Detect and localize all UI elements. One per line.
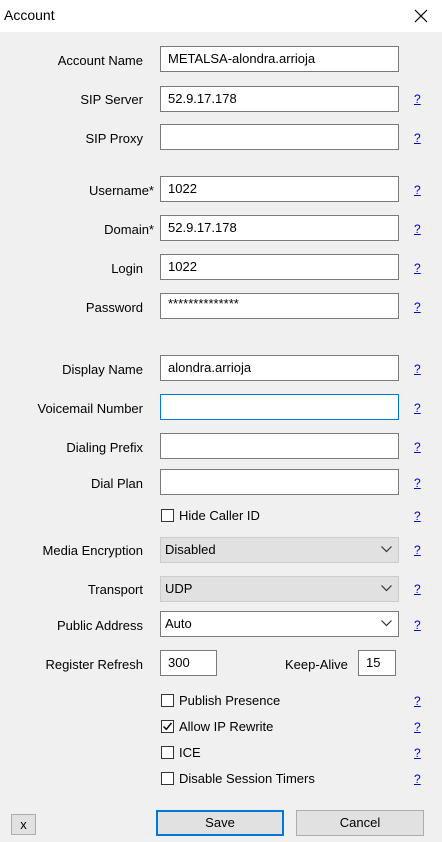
transport-select[interactable]: UDP	[160, 576, 399, 602]
close-icon	[414, 9, 428, 23]
transport-help-link[interactable]: ?	[414, 582, 421, 596]
hide-caller-id-label: Hide Caller ID	[179, 508, 260, 523]
display-name-field[interactable]: alondra.arrioja	[160, 355, 399, 381]
sip-proxy-field[interactable]	[160, 124, 399, 150]
public-address-value: Auto	[165, 616, 192, 631]
window-title: Account	[4, 7, 55, 23]
chevron-down-icon	[381, 546, 392, 553]
chevron-down-icon	[381, 585, 392, 592]
password-field[interactable]: **************	[160, 293, 399, 319]
publish-presence-help-link[interactable]: ?	[414, 694, 421, 708]
hide-caller-id-help-link[interactable]: ?	[414, 509, 421, 523]
register-refresh-field[interactable]: 300	[160, 650, 217, 676]
keep-alive-field[interactable]: 15	[358, 650, 396, 676]
dial-plan-label: Dial Plan	[90, 476, 143, 491]
disable-session-timers-label: Disable Session Timers	[179, 771, 315, 786]
domain-field[interactable]: 52.9.17.178	[160, 215, 399, 241]
close-button[interactable]	[400, 0, 442, 32]
dialing-prefix-field[interactable]	[160, 433, 399, 459]
voicemail-number-help-link[interactable]: ?	[414, 401, 421, 415]
username-help-link[interactable]: ?	[414, 183, 421, 197]
dialing-prefix-label: Dialing Prefix	[66, 440, 143, 455]
account-name-field[interactable]: METALSA-alondra.arrioja	[160, 46, 399, 72]
media-encryption-value: Disabled	[165, 542, 216, 557]
hide-caller-id-checkbox[interactable]	[161, 509, 174, 522]
public-address-help-link[interactable]: ?	[414, 618, 421, 632]
ice-checkbox[interactable]	[161, 746, 174, 759]
chevron-down-icon	[381, 620, 392, 627]
sip-server-label: SIP Server	[80, 92, 143, 107]
ice-help-link[interactable]: ?	[414, 746, 421, 760]
display-name-help-link[interactable]: ?	[414, 362, 421, 376]
register-refresh-label: Register Refresh	[45, 657, 143, 672]
publish-presence-label: Publish Presence	[179, 693, 281, 708]
ice-label: ICE	[179, 745, 201, 760]
dialing-prefix-help-link[interactable]: ?	[414, 440, 421, 454]
dial-plan-field[interactable]	[160, 469, 399, 495]
sip-server-field[interactable]: 52.9.17.178	[160, 86, 399, 112]
domain-help-link[interactable]: ?	[414, 222, 421, 236]
account-name-label: Account Name	[57, 53, 143, 68]
transport-label: Transport	[87, 582, 143, 597]
username-label: Username*	[88, 183, 154, 198]
login-help-link[interactable]: ?	[414, 261, 421, 275]
media-encryption-help-link[interactable]: ?	[414, 543, 421, 557]
sip-proxy-label: SIP Proxy	[85, 131, 143, 146]
display-name-label: Display Name	[62, 362, 143, 377]
login-field[interactable]: 1022	[160, 254, 399, 280]
disable-session-timers-checkbox[interactable]	[161, 772, 174, 785]
dial-plan-help-link[interactable]: ?	[414, 476, 421, 490]
publish-presence-checkbox[interactable]	[161, 694, 174, 707]
allow-ip-rewrite-help-link[interactable]: ?	[414, 720, 421, 734]
password-help-link[interactable]: ?	[414, 300, 421, 314]
domain-label: Domain*	[104, 222, 154, 237]
voicemail-number-field[interactable]	[160, 394, 399, 420]
disable-session-timers-help-link[interactable]: ?	[414, 772, 421, 786]
keep-alive-label: Keep-Alive	[285, 657, 348, 672]
login-label: Login	[111, 261, 143, 276]
media-encryption-select[interactable]: Disabled	[160, 537, 399, 563]
media-encryption-label: Media Encryption	[42, 543, 143, 558]
x-button[interactable]: x	[11, 814, 36, 835]
sip-server-help-link[interactable]: ?	[414, 92, 421, 106]
public-address-select[interactable]: Auto	[160, 611, 399, 637]
checkmark-icon	[163, 722, 173, 731]
sip-proxy-help-link[interactable]: ?	[414, 131, 421, 145]
username-field[interactable]: 1022	[160, 176, 399, 202]
password-label: Password	[85, 300, 143, 315]
cancel-button[interactable]: Cancel	[296, 810, 424, 836]
save-button[interactable]: Save	[156, 810, 284, 836]
allow-ip-rewrite-checkbox[interactable]	[161, 720, 174, 733]
transport-value: UDP	[165, 581, 193, 596]
allow-ip-rewrite-label: Allow IP Rewrite	[179, 719, 274, 734]
voicemail-number-label: Voicemail Number	[37, 401, 144, 416]
title-bar: Account	[0, 0, 442, 32]
public-address-label: Public Address	[57, 618, 143, 633]
